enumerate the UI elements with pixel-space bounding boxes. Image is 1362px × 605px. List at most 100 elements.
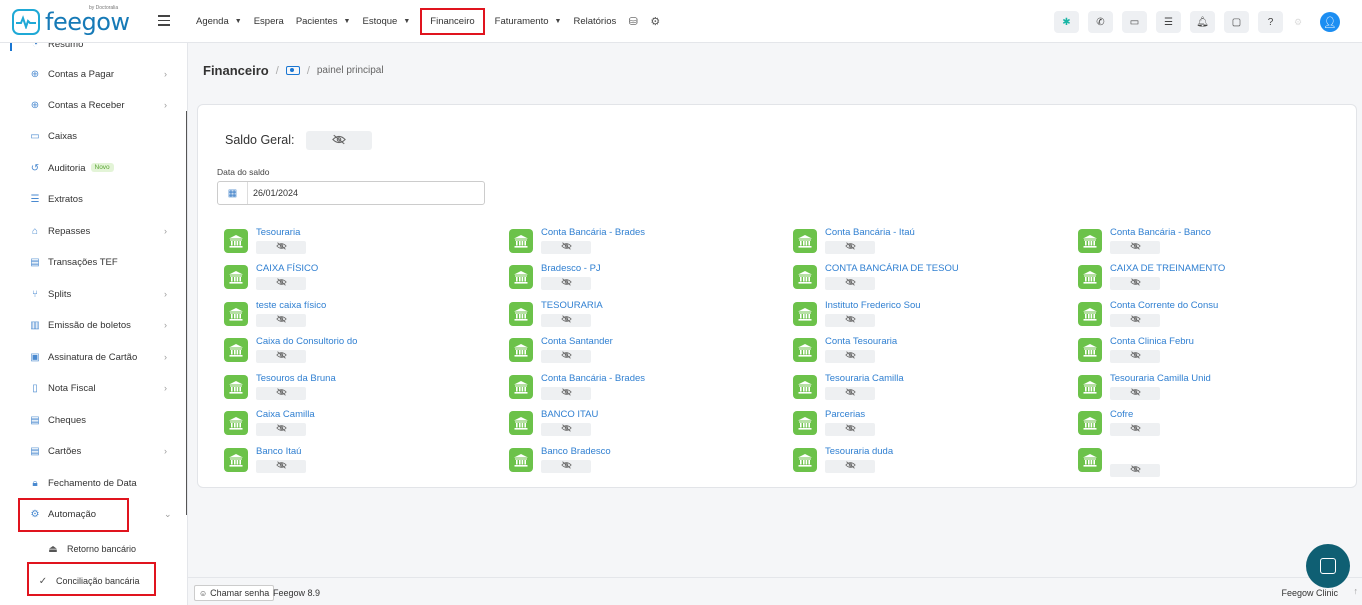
balance-hidden-toggle[interactable]: [256, 350, 306, 363]
bell-icon[interactable]: 🔔︎: [1190, 11, 1215, 33]
balance-hidden-toggle[interactable]: [541, 423, 591, 436]
sidebar-item-assinatura-de-cart-o[interactable]: ▣ Assinatura de Cartão ›: [0, 346, 187, 368]
account-name-link[interactable]: CONTA BANCÁRIA DE TESOU: [825, 263, 959, 274]
help-icon[interactable]: ?: [1258, 11, 1283, 33]
sidebar-item-nota-fiscal[interactable]: ▯ Nota Fiscal ›: [0, 377, 187, 399]
phone-icon[interactable]: ✆: [1088, 11, 1113, 33]
account-name-link[interactable]: Conta Bancária - Brades: [541, 227, 645, 238]
database-icon[interactable]: ⛁: [622, 11, 644, 33]
balance-hidden-toggle[interactable]: [541, 460, 591, 473]
balance-hidden-toggle[interactable]: [541, 350, 591, 363]
star-icon[interactable]: ✱: [1054, 11, 1079, 33]
sidebar-item-cart-es[interactable]: ▤ Cartões ›: [0, 440, 187, 462]
sidebar-item-splits[interactable]: ⑂ Splits ›: [0, 283, 187, 305]
nav-item-financeiro[interactable]: Financeiro: [420, 8, 485, 35]
account-name-link[interactable]: teste caixa físico: [256, 300, 326, 311]
account-name-link[interactable]: Conta Clinica Febru: [1110, 336, 1194, 347]
balance-hidden-toggle[interactable]: [825, 423, 875, 436]
menu-toggle-icon[interactable]: [158, 15, 170, 26]
balance-hidden-toggle[interactable]: [1110, 464, 1160, 477]
sidebar-item-extratos[interactable]: ☰ Extratos: [0, 188, 187, 210]
calendar-icon[interactable]: ▦: [218, 182, 248, 204]
floating-action-button[interactable]: [1306, 544, 1350, 588]
sidebar-subitem-retorno-banc-rio[interactable]: ⏏ Retorno bancário: [0, 538, 187, 560]
settings-faded-icon[interactable]: ⚙: [1293, 17, 1303, 27]
balance-hidden-toggle[interactable]: [825, 350, 875, 363]
sidebar-item-contas-a-receber[interactable]: ⊕ Contas a Receber ›: [0, 94, 187, 116]
account-name-link[interactable]: CAIXA FÍSICO: [256, 263, 318, 274]
account-name-link[interactable]: Banco Bradesco: [541, 446, 611, 457]
balance-hidden-toggle[interactable]: [256, 314, 306, 327]
account-name-link[interactable]: Caixa Camilla: [256, 409, 315, 420]
sidebar-item-auditoria[interactable]: ↺ Auditoria Novo: [0, 157, 187, 179]
balance-hidden-toggle[interactable]: [541, 314, 591, 327]
account-name-link[interactable]: Cofre: [1110, 409, 1133, 420]
account-name-link[interactable]: Tesouraria Camilla Unid: [1110, 373, 1211, 384]
balance-hidden-toggle[interactable]: [825, 241, 875, 254]
balance-hidden-toggle[interactable]: [541, 387, 591, 400]
balance-hidden-toggle[interactable]: [1110, 314, 1160, 327]
account-name-link[interactable]: Conta Bancária - Brades: [541, 373, 645, 384]
money-icon[interactable]: [285, 66, 300, 75]
account-name-link[interactable]: Tesouros da Bruna: [256, 373, 336, 384]
sidebar-item-fechamento-de-data[interactable]: 🔒︎ Fechamento de Data: [0, 472, 187, 494]
account-name-link[interactable]: CAIXA DE TREINAMENTO: [1110, 263, 1225, 274]
sidebar-item-resumo[interactable]: ◔ Resumo: [0, 43, 187, 55]
balance-hidden-toggle[interactable]: [256, 387, 306, 400]
nav-item-faturamento[interactable]: Faturamento ▼: [489, 10, 568, 34]
eye-slash-icon: [560, 461, 572, 472]
nav-item-estoque[interactable]: Estoque ▼: [356, 10, 416, 34]
avatar[interactable]: 👤︎: [1320, 12, 1340, 32]
account-name-link[interactable]: Conta Bancária - Itaú: [825, 227, 915, 238]
account-name-link[interactable]: Parcerias: [825, 409, 865, 420]
balance-hidden-toggle[interactable]: [825, 460, 875, 473]
sidebar-item-repasses[interactable]: ⌂ Repasses ›: [0, 220, 187, 242]
account-name-link[interactable]: BANCO ITAU: [541, 409, 598, 420]
account-name-link[interactable]: Tesouraria duda: [825, 446, 893, 457]
account-name-link[interactable]: Tesouraria Camilla: [825, 373, 904, 384]
nav-item-espera[interactable]: Espera: [248, 10, 290, 34]
balance-hidden-toggle[interactable]: [1110, 423, 1160, 436]
sidebar-item-cheques[interactable]: ▤ Cheques: [0, 409, 187, 431]
balance-hidden-toggle[interactable]: [541, 241, 591, 254]
balance-hidden-toggle[interactable]: [1110, 241, 1160, 254]
list-icon[interactable]: ☰: [1156, 11, 1181, 33]
account-name-link[interactable]: Bradesco - PJ: [541, 263, 601, 274]
gear-icon[interactable]: ⚙: [644, 11, 666, 33]
balance-hidden-toggle[interactable]: [1110, 387, 1160, 400]
balance-hidden-toggle[interactable]: [256, 460, 306, 473]
feegow-logo[interactable]: feegow by Doctoralia: [12, 5, 132, 37]
account-name-link[interactable]: Conta Santander: [541, 336, 613, 347]
account-name-link[interactable]: Banco Itaú: [256, 446, 301, 457]
balance-hidden-toggle[interactable]: [1110, 277, 1160, 290]
balance-hidden-toggle[interactable]: [825, 314, 875, 327]
account-name-link[interactable]: Caixa do Consultorio do: [256, 336, 357, 347]
sidebar-item-emiss-o-de-boletos[interactable]: ▥ Emissão de boletos ›: [0, 314, 187, 336]
account-name-link[interactable]: Conta Tesouraria: [825, 336, 897, 347]
balance-hidden-toggle[interactable]: [1110, 350, 1160, 363]
account-name-link[interactable]: Tesouraria: [256, 227, 300, 238]
sidebar-item-contas-a-pagar[interactable]: ⊕ Contas a Pagar ›: [0, 63, 187, 85]
saldo-geral-toggle[interactable]: [306, 131, 372, 150]
chat-icon[interactable]: ▢: [1224, 11, 1249, 33]
nav-item-relatórios[interactable]: Relatórios: [567, 10, 622, 34]
balance-hidden-toggle[interactable]: [256, 241, 306, 254]
account-name-link[interactable]: TESOURARIA: [541, 300, 603, 311]
balance-hidden-toggle[interactable]: [825, 387, 875, 400]
sidebar-item-caixas[interactable]: ▭ Caixas: [0, 125, 187, 147]
chamar-senha-button[interactable]: ☺ Chamar senha: [194, 585, 275, 601]
sidebar-item-transa-es-tef[interactable]: ▤ Transações TEF: [0, 251, 187, 273]
balance-hidden-toggle[interactable]: [256, 277, 306, 290]
inbox-icon[interactable]: ▭: [1122, 11, 1147, 33]
balance-hidden-toggle[interactable]: [256, 423, 306, 436]
balance-hidden-toggle[interactable]: [541, 277, 591, 290]
bank-icon: [224, 448, 248, 472]
account-name-link[interactable]: Conta Corrente do Consu: [1110, 300, 1218, 311]
balance-hidden-toggle[interactable]: [825, 277, 875, 290]
nav-item-pacientes[interactable]: Pacientes ▼: [290, 10, 357, 34]
date-field[interactable]: ▦ 26/01/2024: [217, 181, 485, 205]
account-name-link[interactable]: Conta Bancária - Banco: [1110, 227, 1211, 238]
scroll-top-icon[interactable]: ↑: [1354, 586, 1359, 596]
account-name-link[interactable]: Instituto Frederico Sou: [825, 300, 921, 311]
nav-item-agenda[interactable]: Agenda ▼: [190, 10, 248, 34]
